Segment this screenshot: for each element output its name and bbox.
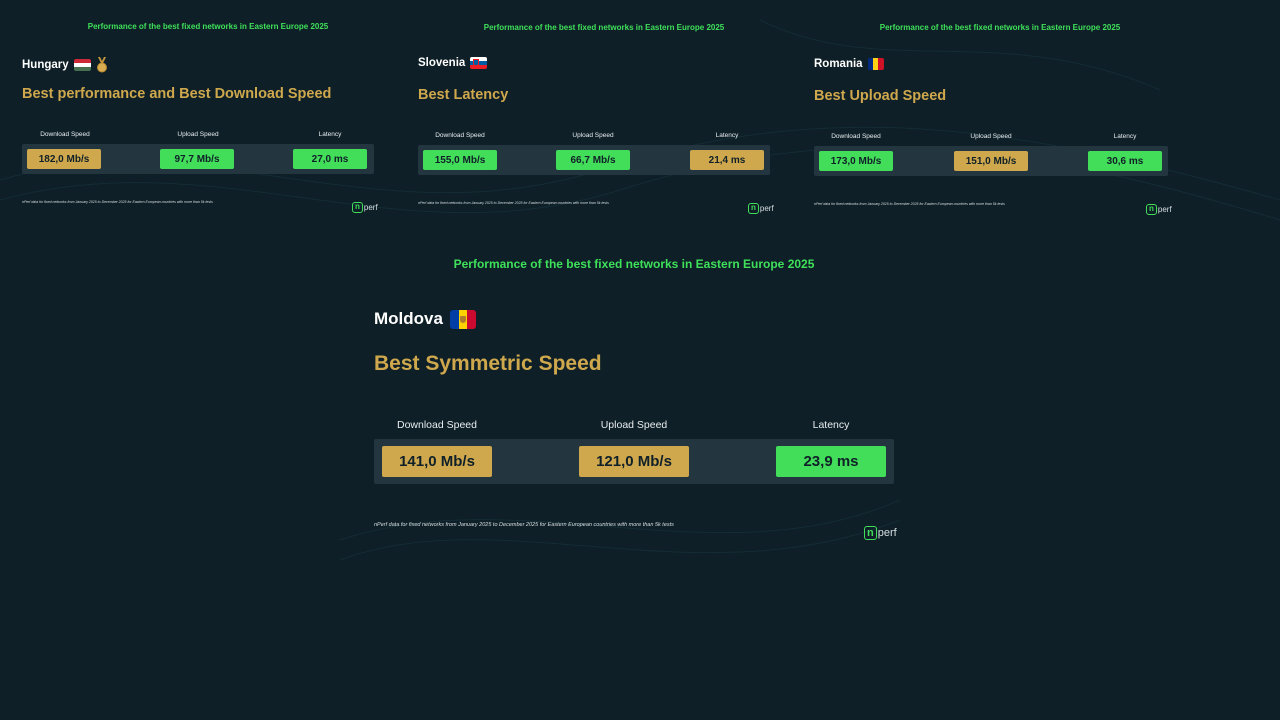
latency-value: 21,4 ms bbox=[690, 150, 764, 170]
download-speed-label: Download Speed bbox=[397, 419, 477, 431]
logo-text: perf bbox=[759, 203, 774, 213]
download-speed-label: Download Speed bbox=[40, 131, 90, 138]
logo-n: n bbox=[352, 202, 363, 213]
logo-text: perf bbox=[1157, 204, 1172, 214]
nperf-logo: n perf bbox=[748, 203, 774, 214]
award-title: Best performance and Best Download Speed bbox=[22, 86, 332, 102]
country-name: Slovenia bbox=[418, 57, 488, 69]
logo-n: n bbox=[748, 203, 759, 214]
country-name: Romania bbox=[814, 58, 884, 70]
nperf-logo: n perf bbox=[864, 526, 897, 541]
footnote: nPerf data for fixed networks from Janua… bbox=[418, 201, 609, 205]
upload-speed-label: Upload Speed bbox=[177, 131, 219, 138]
card-headline: Performance of the best fixed networks i… bbox=[87, 22, 329, 31]
logo-text: perf bbox=[877, 527, 897, 540]
upload-speed-value: 121,0 Mb/s bbox=[579, 446, 689, 477]
download-speed-label: Download Speed bbox=[435, 132, 485, 139]
card-headline: Performance of the best fixed networks i… bbox=[483, 23, 725, 32]
hungary-flag-icon bbox=[73, 59, 91, 71]
card-headline: Performance of the best fixed networks i… bbox=[879, 23, 1121, 32]
download-speed-value: 155,0 Mb/s bbox=[423, 150, 497, 170]
latency-value: 23,9 ms bbox=[776, 446, 886, 477]
download-speed-value: 182,0 Mb/s bbox=[27, 149, 101, 169]
upload-speed-value: 97,7 Mb/s bbox=[160, 149, 234, 169]
footnote: nPerf data for fixed networks from Janua… bbox=[814, 202, 1005, 206]
upload-speed-value: 66,7 Mb/s bbox=[556, 150, 630, 170]
upload-speed-label: Upload Speed bbox=[600, 419, 668, 431]
download-speed-label: Download Speed bbox=[831, 133, 881, 140]
footnote: nPerf data for fixed networks from Janua… bbox=[374, 522, 674, 528]
slovenia-card: Performance of the best fixed networks i… bbox=[414, 13, 794, 233]
award-title: Best Symmetric Speed bbox=[374, 352, 602, 375]
card-headline: Performance of the best fixed networks i… bbox=[453, 257, 815, 271]
logo-n: n bbox=[1146, 204, 1157, 215]
latency-label: Latency bbox=[1113, 133, 1137, 140]
country-name: Hungary bbox=[22, 57, 108, 73]
download-speed-value: 141,0 Mb/s bbox=[382, 446, 492, 477]
country-label: Romania bbox=[814, 58, 863, 70]
logo-n: n bbox=[864, 526, 877, 541]
nperf-logo: n perf bbox=[1146, 204, 1172, 215]
romania-card: Performance of the best fixed networks i… bbox=[810, 13, 1190, 233]
footnote: nPerf data for fixed networks from Janua… bbox=[22, 200, 213, 204]
moldova-card: Performance of the best fixed networks i… bbox=[354, 252, 914, 562]
upload-speed-value: 151,0 Mb/s bbox=[954, 151, 1028, 171]
award-title: Best Upload Speed bbox=[814, 88, 947, 104]
upload-speed-label: Upload Speed bbox=[572, 132, 614, 139]
medal-icon bbox=[96, 57, 107, 73]
country-name: Moldova bbox=[374, 309, 476, 329]
award-title: Best Latency bbox=[418, 87, 509, 103]
country-label: Moldova bbox=[374, 309, 443, 328]
country-label: Hungary bbox=[22, 59, 69, 71]
country-label: Slovenia bbox=[418, 57, 466, 69]
romania-flag-icon bbox=[867, 58, 884, 70]
latency-label: Latency bbox=[715, 132, 739, 139]
hungary-card: Performance of the best fixed networks i… bbox=[18, 12, 398, 232]
latency-label: Latency bbox=[318, 131, 342, 138]
nperf-logo: n perf bbox=[352, 202, 378, 213]
latency-value: 30,6 ms bbox=[1088, 151, 1162, 171]
moldova-flag-icon bbox=[449, 309, 476, 329]
latency-label: Latency bbox=[812, 419, 850, 431]
upload-speed-label: Upload Speed bbox=[970, 133, 1012, 140]
latency-value: 27,0 ms bbox=[293, 149, 367, 169]
slovenia-flag-icon bbox=[470, 57, 488, 69]
logo-text: perf bbox=[363, 202, 378, 212]
download-speed-value: 173,0 Mb/s bbox=[819, 151, 893, 171]
